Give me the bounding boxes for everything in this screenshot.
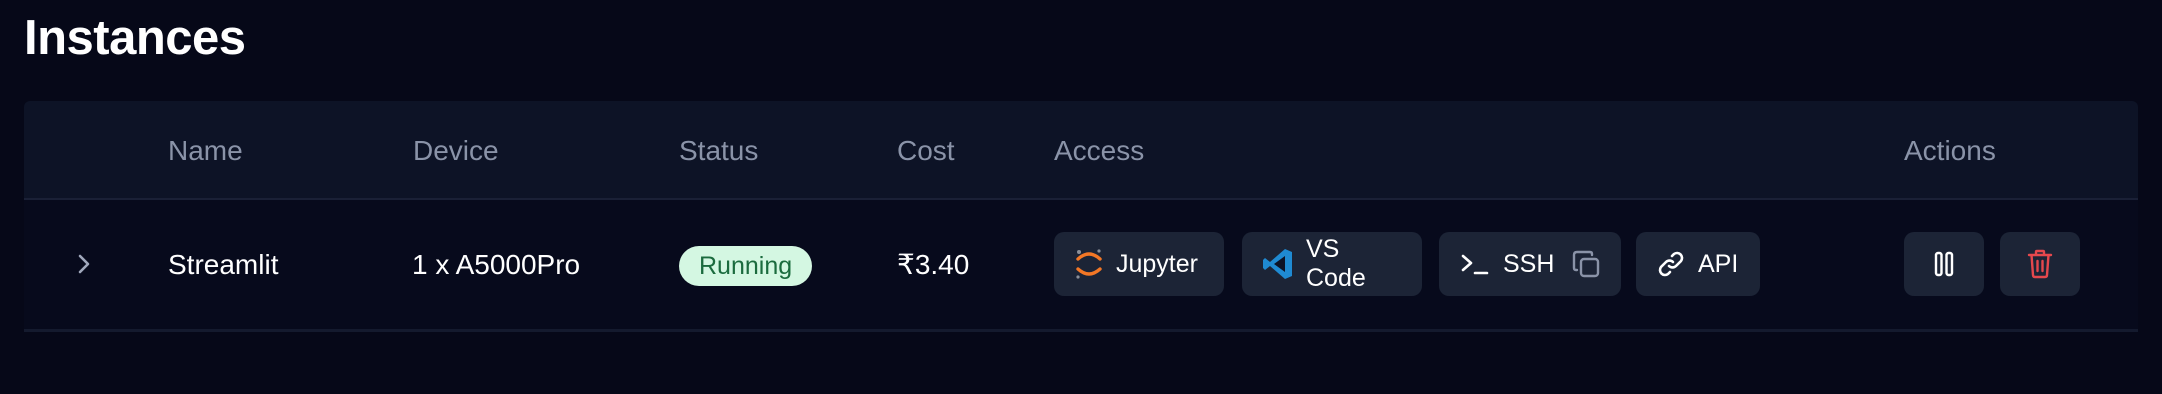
header-name: Name	[168, 135, 243, 166]
table-header: Name Device Status Cost Access Actions	[24, 101, 2138, 200]
expand-row-button[interactable]	[64, 244, 104, 284]
terminal-icon	[1459, 249, 1491, 279]
instances-page: Instances Name Device Status Cost Access…	[0, 0, 2162, 394]
header-device: Device	[413, 135, 499, 166]
api-button[interactable]: API	[1636, 232, 1760, 296]
chevron-right-icon	[78, 254, 90, 274]
page-title: Instances	[24, 11, 246, 65]
copy-icon[interactable]	[1570, 248, 1602, 280]
ssh-label: SSH	[1503, 249, 1555, 278]
header-cost: Cost	[897, 135, 955, 166]
vscode-label: VS Code	[1306, 235, 1366, 292]
jupyter-label: Jupyter	[1116, 249, 1198, 278]
api-label: API	[1698, 249, 1739, 278]
instance-device: 1 x A5000Pro	[412, 249, 581, 280]
jupyter-button[interactable]: Jupyter	[1054, 232, 1224, 296]
trash-icon	[2027, 249, 2053, 279]
table-row[interactable]: Streamlit 1 x A5000Pro Running ₹3.40 Jup…	[24, 200, 2138, 329]
pause-button[interactable]	[1904, 232, 1984, 296]
header-actions: Actions	[1904, 135, 1996, 166]
delete-button[interactable]	[2000, 232, 2080, 296]
instance-name: Streamlit	[168, 249, 279, 280]
vscode-icon	[1262, 247, 1294, 281]
header-access: Access	[1054, 135, 1145, 166]
header-status: Status	[679, 135, 759, 166]
instance-cost: ₹3.40	[897, 249, 970, 280]
ssh-button[interactable]: SSH	[1439, 232, 1621, 296]
status-badge: Running	[679, 246, 813, 286]
vscode-button[interactable]: VS Code	[1242, 232, 1422, 296]
instances-table: Name Device Status Cost Access Actions S…	[24, 101, 2138, 332]
link-icon	[1656, 249, 1686, 279]
pause-icon	[1934, 251, 1954, 277]
jupyter-icon	[1074, 247, 1104, 281]
